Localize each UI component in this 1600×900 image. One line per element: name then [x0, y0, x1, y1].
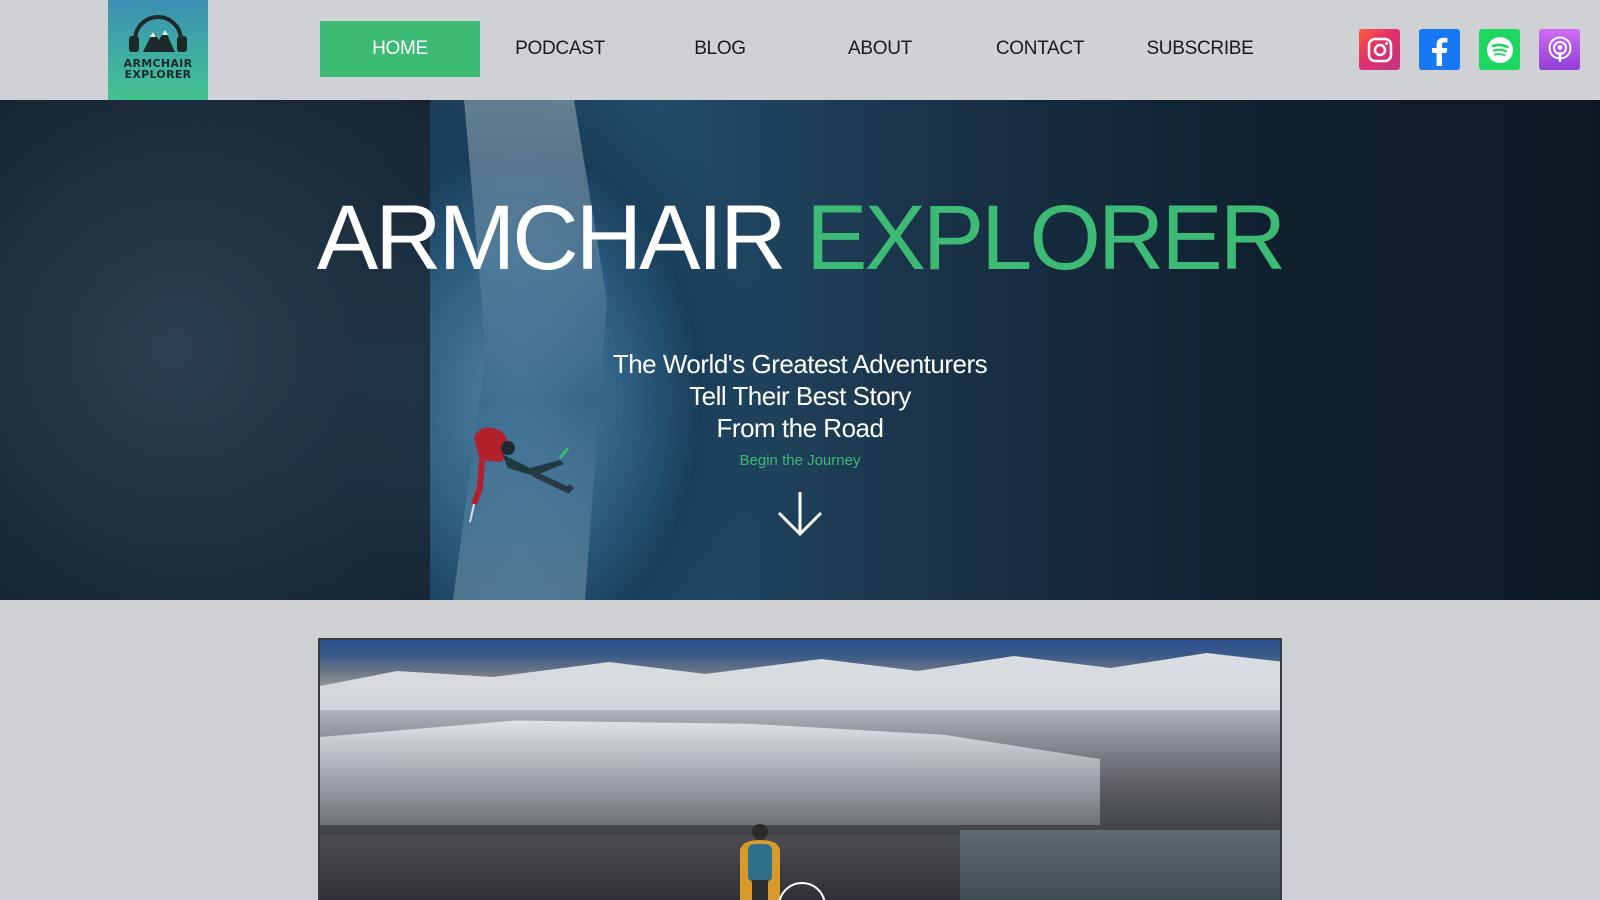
hero-tagline: The World's Greatest Adventurers Tell Th…	[0, 348, 1600, 444]
logo-text: ARMCHAIR EXPLORER	[124, 58, 193, 80]
headphones-mountain-icon	[129, 15, 187, 52]
main-nav: HOME PODCAST BLOG ABOUT CONTACT SUBSCRIB…	[320, 21, 1280, 77]
tagline-line-1: The World's Greatest Adventurers	[612, 349, 988, 379]
begin-journey-link[interactable]: Begin the Journey	[0, 452, 1600, 469]
tagline-line-2: Tell Their Best Story	[689, 381, 911, 411]
video-lake	[960, 830, 1280, 900]
hiker-figure	[740, 824, 780, 900]
nav-about[interactable]: ABOUT	[800, 21, 960, 77]
instagram-icon[interactable]	[1359, 29, 1400, 70]
nav-podcast[interactable]: PODCAST	[480, 21, 640, 77]
arrow-down-icon[interactable]	[775, 490, 825, 538]
podcasts-icon[interactable]	[1539, 29, 1580, 70]
video-glacier	[320, 720, 1100, 825]
nav-contact[interactable]: CONTACT	[960, 21, 1120, 77]
spotify-icon[interactable]	[1479, 29, 1520, 70]
hero-title: ARMCHAIR EXPLORER	[0, 188, 1600, 288]
video-rocky-ground	[320, 835, 980, 900]
nav-blog[interactable]: BLOG	[640, 21, 800, 77]
hero-banner: ARMCHAIR EXPLORER The World's Greatest A…	[0, 100, 1600, 600]
tagline-line-3: From the Road	[716, 413, 884, 443]
facebook-icon[interactable]	[1419, 29, 1460, 70]
nav-subscribe[interactable]: SUBSCRIBE	[1120, 21, 1280, 77]
site-logo[interactable]: ARMCHAIR EXPLORER	[108, 0, 208, 100]
featured-video[interactable]	[318, 638, 1282, 900]
hero-title-green: EXPLORER	[806, 187, 1286, 289]
site-header: ARMCHAIR EXPLORER HOME PODCAST BLOG ABOU…	[0, 0, 1600, 100]
social-links	[1359, 29, 1580, 70]
nav-home[interactable]: HOME	[320, 21, 480, 77]
video-snow-ridge	[320, 653, 1280, 710]
hero-title-white: ARMCHAIR	[316, 187, 787, 289]
logo-line-2: EXPLORER	[124, 68, 192, 81]
